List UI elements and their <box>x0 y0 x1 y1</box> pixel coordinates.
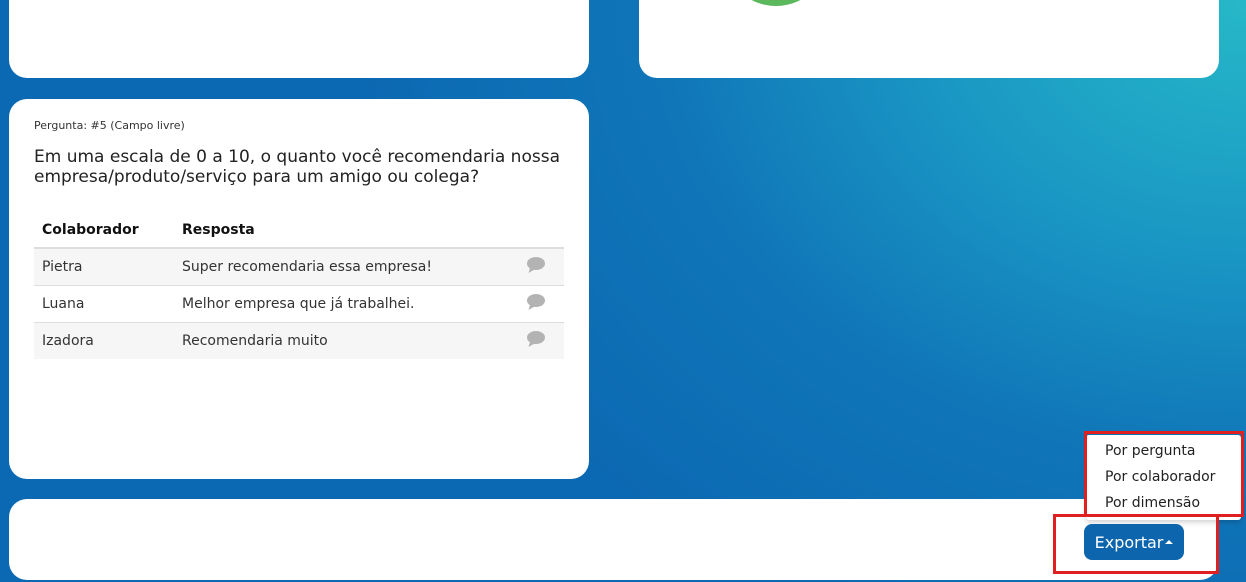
column-header-resposta: Resposta <box>174 212 508 249</box>
column-header-colaborador: Colaborador <box>34 212 174 249</box>
top-left-card <box>9 0 589 78</box>
menu-item-por-pergunta[interactable]: Por pergunta <box>1105 443 1195 459</box>
table-header-row: Colaborador Resposta <box>34 212 564 249</box>
question-meta: Pergunta: #5 (Campo livre) <box>34 119 185 132</box>
question-text: Em uma escala de 0 a 10, o quanto você r… <box>34 147 560 187</box>
question-card: Pergunta: #5 (Campo livre) Em uma escala… <box>9 99 589 479</box>
table-row: Pietra Super recomendaria essa empresa! <box>34 248 564 286</box>
row-name: Izadora <box>34 322 174 359</box>
menu-item-por-dimensao[interactable]: Por dimensão <box>1105 495 1200 511</box>
column-header-actions <box>508 212 564 249</box>
responses-table: Colaborador Resposta Pietra Super recome… <box>34 212 564 359</box>
chart-arc <box>721 0 831 6</box>
caret-up-icon <box>1165 539 1174 544</box>
top-right-card <box>639 0 1219 78</box>
row-answer: Melhor empresa que já trabalhei. <box>174 285 508 323</box>
row-answer: Recomendaria muito <box>174 322 508 359</box>
row-name: Pietra <box>34 248 174 286</box>
table-row: Izadora Recomendaria muito <box>34 322 564 359</box>
menu-item-por-colaborador[interactable]: Por colaborador <box>1105 469 1215 485</box>
row-name: Luana <box>34 285 174 323</box>
comment-icon[interactable] <box>526 256 546 274</box>
export-button-label: Exportar <box>1094 532 1164 552</box>
export-button[interactable]: Exportar <box>1084 524 1184 560</box>
footer-card <box>9 499 1218 580</box>
comment-icon[interactable] <box>526 330 546 348</box>
comment-icon[interactable] <box>526 293 546 311</box>
export-dropdown-menu: Por pergunta Por colaborador Por dimensã… <box>1086 435 1241 520</box>
row-answer: Super recomendaria essa empresa! <box>174 248 508 286</box>
table-row: Luana Melhor empresa que já trabalhei. <box>34 285 564 323</box>
